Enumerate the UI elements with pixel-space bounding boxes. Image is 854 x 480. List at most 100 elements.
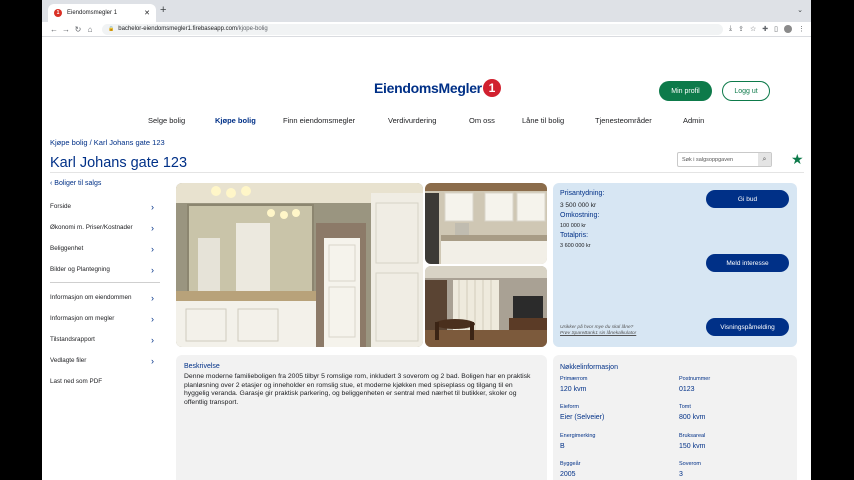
fact-label: Tomt [679, 404, 691, 410]
photo-bathroom[interactable] [176, 183, 423, 347]
site-logo[interactable]: EiendomsMegler 1 [374, 79, 501, 97]
price-card: Prisantydning: 3 500 000 kr Omkostning: … [553, 183, 797, 347]
sidebar-item-pdf[interactable]: Last ned som PDF [50, 371, 160, 392]
loan-calculator-link[interactable]: Prøv SpareBank1 sin lånekalkulator [560, 331, 636, 336]
fact-label: Postnummer [679, 376, 711, 382]
url-host: bachelor-eiendomsmegler1.firebaseapp.com [118, 26, 237, 32]
nav-loan[interactable]: Låne til bolig [522, 116, 564, 125]
photo-dining-room[interactable] [425, 266, 547, 347]
logout-button[interactable]: Logg ut [722, 81, 770, 101]
chevron-right-icon: › [151, 355, 154, 366]
fact-label: Bruksareal [679, 433, 706, 439]
totalpris-value: 3 600 000 kr [560, 243, 591, 249]
nav-sell[interactable]: Selge bolig [148, 116, 185, 125]
totalpris-label: Totalpris: [560, 232, 589, 239]
search-box: Søk i salgsoppgaven ⌕ [677, 152, 772, 167]
prisantydning-label: Prisantydning: [560, 190, 605, 197]
reload-icon[interactable]: ↻ [72, 25, 84, 34]
sidebar: ‹ Boliger til salgs Forside › Økonomi m. … [50, 180, 160, 392]
omkostning-value: 100 000 kr [560, 223, 586, 229]
sidebar-item-label: Last ned som PDF [50, 378, 103, 385]
fact-label: Primærrom [560, 376, 588, 382]
divider [50, 172, 804, 173]
sidebar-item-label: Beliggenhet [50, 245, 84, 252]
nav-admin[interactable]: Admin [683, 116, 704, 125]
favorite-star-icon[interactable]: ★ [791, 151, 804, 168]
back-arrow-icon[interactable]: ← [48, 25, 60, 34]
prisantydning-value: 3 500 000 kr [560, 202, 597, 209]
chevron-right-icon: › [151, 313, 154, 324]
sidepanel-icon[interactable]: ▯ [774, 25, 778, 33]
chevron-right-icon: › [151, 222, 154, 233]
back-label: Boliger til salgs [54, 180, 102, 187]
extensions-icon[interactable]: ✚ [762, 25, 768, 33]
avatar[interactable] [784, 25, 792, 33]
sidebar-item-forside[interactable]: Forside › [50, 196, 160, 217]
register-interest-button[interactable]: Meld interesse [706, 254, 789, 272]
viewing-signup-button[interactable]: Visningspåmelding [706, 318, 789, 336]
fact-value: 3 [679, 471, 683, 478]
fact-value: 2005 [560, 471, 576, 478]
sidebar-item-beliggenhet[interactable]: Beliggenhet › [50, 238, 160, 259]
sidebar-item-label: Tilstandsrapport [50, 336, 95, 343]
sidebar-item-label: Bilder og Plantegning [50, 266, 110, 273]
description-title: Beskrivelse [184, 363, 220, 370]
key-info-title: Nøkkelinformasjon [560, 364, 618, 371]
photo-kitchen[interactable] [425, 183, 547, 264]
fact-label: Energimerking [560, 433, 596, 439]
back-to-listings-link[interactable]: ‹ Boliger til salgs [50, 180, 160, 187]
bookmark-star-icon[interactable]: ☆ [750, 25, 756, 33]
close-tab-icon[interactable]: ✕ [144, 9, 150, 17]
sidebar-item-okonomi[interactable]: Økonomi m. Priser/Kostnader › [50, 217, 160, 238]
fact-label: Soverom [679, 461, 702, 467]
key-info-card: Nøkkelinformasjon Primærrom 120 kvm Post… [553, 355, 797, 480]
sidebar-item-label: Informasjon om megler [50, 315, 115, 322]
loan-calculator-note: Usikker på hvor mye du skal låne? Prøv S… [560, 325, 636, 337]
bid-button[interactable]: Gi bud [706, 190, 789, 208]
new-tab-icon[interactable]: + [160, 4, 166, 16]
url-path: /kjope-bolig [236, 26, 268, 32]
sidebar-item-label: Forside [50, 203, 71, 210]
sidebar-item-filer[interactable]: Vedlagte filer › [50, 350, 160, 371]
fact-value: 0123 [679, 386, 695, 393]
sidebar-item-label: Informasjon om eiendommen [50, 294, 132, 301]
search-icon[interactable]: ⌕ [758, 153, 771, 166]
sidebar-divider [50, 282, 160, 283]
sidebar-item-label: Økonomi m. Priser/Kostnader [50, 224, 133, 231]
nav-about[interactable]: Om oss [469, 116, 495, 125]
my-profile-button[interactable]: Min profil [659, 81, 712, 101]
fact-value: 120 kvm [560, 386, 587, 393]
chevron-right-icon: › [151, 264, 154, 275]
share-icon[interactable]: ⇪ [738, 25, 744, 33]
breadcrumb[interactable]: Kjøpe bolig / Karl Johans gate 123 [50, 138, 165, 147]
fact-value: Eier (Selveier) [560, 414, 605, 421]
nav-buy[interactable]: Kjøpe bolig [215, 116, 256, 125]
sidebar-item-tilstand[interactable]: Tilstandsrapport › [50, 329, 160, 350]
toolbar-icons: ⤓ ⇪ ☆ ✚ ▯ ⋮ [729, 25, 805, 33]
nav-find-agent[interactable]: Finn eiendomsmegler [283, 116, 355, 125]
browser-window: 1 Eiendomsmegler 1 ✕ + ⌄ ← → ↻ ⌂ 🔒 bache… [42, 0, 811, 480]
chevron-right-icon: › [151, 243, 154, 254]
nav-services[interactable]: Tjenesteområder [595, 116, 652, 125]
tab-strip: 1 Eiendomsmegler 1 ✕ + ⌄ [42, 0, 811, 22]
search-input[interactable]: Søk i salgsoppgaven [678, 157, 758, 163]
sidebar-item-bilder[interactable]: Bilder og Plantegning › [50, 259, 160, 280]
address-bar[interactable]: 🔒 bachelor-eiendomsmegler1.firebaseapp.c… [102, 23, 723, 35]
sidebar-item-megler[interactable]: Informasjon om megler › [50, 308, 160, 329]
chevron-down-icon[interactable]: ⌄ [797, 6, 803, 14]
fact-value: 800 kvm [679, 414, 706, 421]
logo-mark: 1 [482, 79, 501, 97]
description-body: Denne moderne familieboligen fra 2005 ti… [184, 373, 531, 407]
download-icon[interactable]: ⤓ [729, 25, 732, 33]
home-icon[interactable]: ⌂ [84, 25, 96, 34]
main-nav: Selge bolig Kjøpe bolig Finn eiendomsmeg… [42, 116, 811, 126]
menu-icon[interactable]: ⋮ [798, 25, 805, 33]
sidebar-item-eiendom[interactable]: Informasjon om eiendommen › [50, 287, 160, 308]
nav-valuation[interactable]: Verdivurdering [388, 116, 436, 125]
forward-arrow-icon[interactable]: → [60, 25, 72, 34]
page-title: Karl Johans gate 123 [50, 155, 188, 171]
fact-value: 150 kvm [679, 443, 706, 450]
sidebar-item-label: Vedlagte filer [50, 357, 87, 364]
lock-icon: 🔒 [108, 26, 115, 32]
browser-tab[interactable]: 1 Eiendomsmegler 1 ✕ [48, 4, 156, 22]
